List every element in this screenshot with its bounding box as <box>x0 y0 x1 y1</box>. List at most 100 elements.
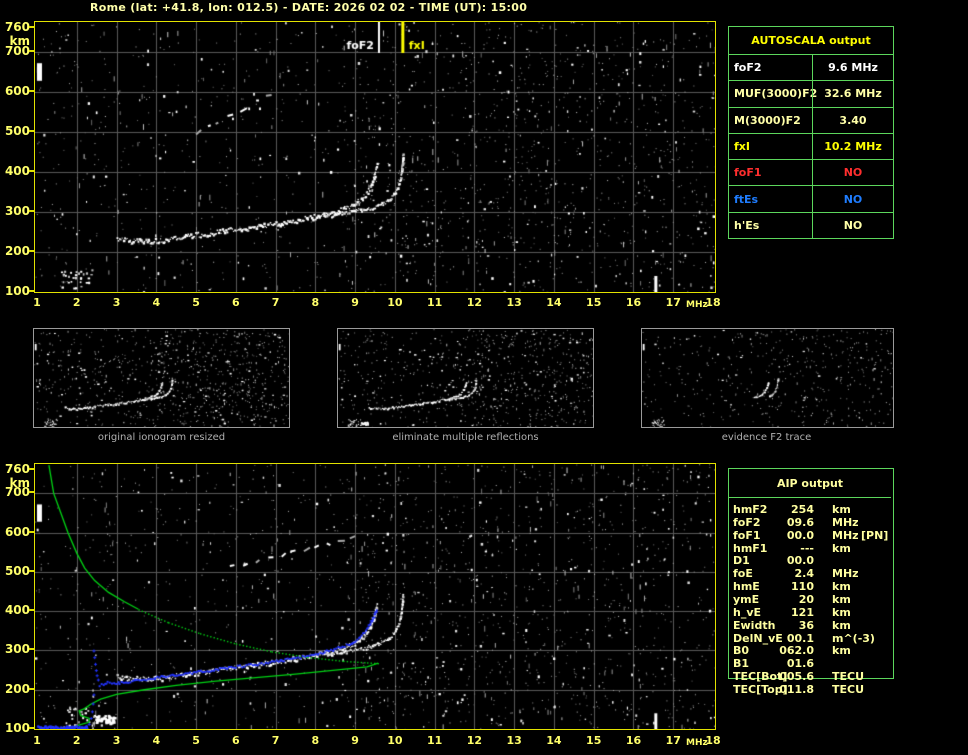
aip-row-value: 005.6 <box>779 670 814 684</box>
aip-row-unit: km <box>832 503 851 516</box>
y-tick-mark <box>29 569 34 572</box>
aip-row: TEC[Bot] 005.6 TECU <box>728 671 898 683</box>
aip-row: DelN_vE 00.1 m^(-3) <box>728 631 898 645</box>
y-tick-mark <box>29 210 34 212</box>
bottom-ionogram-plot <box>34 463 716 730</box>
y-tick-mark <box>29 170 34 172</box>
y-tick-mark <box>29 727 34 729</box>
autoscala-row-value: NO <box>812 212 893 238</box>
y-tick-label: 760 <box>4 20 30 34</box>
aip-row-value: 00.0 <box>786 554 814 568</box>
autoscala-row-label: M(3000)F2 <box>734 113 801 127</box>
aip-row-value: 254 <box>791 503 814 516</box>
x-tick-label: 8 <box>311 734 320 747</box>
aip-row-value: 062.0 <box>779 644 814 658</box>
autoscala-row-value: 9.6 MHz <box>812 55 893 81</box>
aip-row: TEC[Top] 011.8 TECU <box>728 682 898 696</box>
x-tick-label: 3 <box>112 734 121 747</box>
top-x-axis-unit: MHz <box>686 300 708 310</box>
aip-row: B1 01.6 <box>728 658 898 670</box>
aip-row-note: [PN] <box>861 528 889 542</box>
x-tick-label: 13 <box>506 734 522 747</box>
y-tick-label: 600 <box>4 84 30 98</box>
y-tick-label: 200 <box>4 681 30 696</box>
aip-row-label: foF1 <box>733 528 761 542</box>
aip-row-value: 09.6 <box>786 515 814 529</box>
autoscala-app-window: Rome (lat: +41.8, lon: 012.5) - DATE: 20… <box>0 0 968 755</box>
thumbnail-caption-2: eliminate multiple reflections <box>392 432 539 443</box>
aip-row-label: h_vE <box>733 605 762 619</box>
x-tick-label: 9 <box>351 296 359 309</box>
autoscala-row-label: MUF(3000)F2 <box>734 87 818 101</box>
autoscala-row-value: 10.2 MHz <box>812 133 893 160</box>
x-tick-label: 12 <box>466 734 483 747</box>
x-tick-label: 3 <box>112 296 121 309</box>
aip-row: Ewidth 36 km <box>728 618 898 632</box>
y-tick-mark <box>29 26 34 28</box>
y-tick-label: 200 <box>4 244 30 258</box>
thumbnail-eliminate-reflections <box>337 328 594 428</box>
aip-row-label: hmF1 <box>733 541 768 555</box>
autoscala-row: MUF(3000)F2 32.6 MHz <box>729 80 893 107</box>
autoscala-row-label: fxI <box>734 139 750 153</box>
aip-row-label: foF2 <box>733 515 761 529</box>
bottom-x-axis-unit: MHz <box>686 738 708 748</box>
y-tick-label: 600 <box>4 524 30 539</box>
aip-row-label: foE <box>733 567 753 581</box>
autoscala-table-rows: foF2 9.6 MHz MUF(3000)F2 32.6 MHz M(3000)F2 3… <box>729 54 893 238</box>
aip-row-label: D1 <box>733 554 750 568</box>
aip-row-value: 00.0 <box>786 528 814 542</box>
x-tick-label: 11 <box>426 734 443 747</box>
aip-row-value: 2.4 <box>794 567 815 581</box>
y-tick-label: 300 <box>4 642 30 657</box>
aip-row-label: B0 <box>733 644 750 658</box>
x-tick-label: 1 <box>33 296 41 309</box>
autoscala-row-label: foF2 <box>734 61 762 75</box>
top-ionogram-plot <box>34 21 716 293</box>
aip-row-unit: TECU <box>832 682 865 696</box>
x-tick-label: 11 <box>426 296 443 309</box>
autoscala-row-label: foF1 <box>734 166 762 180</box>
x-tick-label: 7 <box>271 296 280 309</box>
aip-row-value: --- <box>800 541 814 555</box>
autoscala-row-value: 3.40 <box>812 107 893 133</box>
autoscala-row: M(3000)F2 3.40 <box>729 106 893 133</box>
aip-row-unit: km <box>832 605 851 619</box>
y-tick-label: 400 <box>4 164 30 178</box>
aip-row-value: 01.6 <box>786 657 814 671</box>
aip-row-unit: km <box>832 592 851 606</box>
aip-row-unit: m^(-3) <box>832 631 875 645</box>
x-tick-label: 2 <box>72 296 81 309</box>
aip-row-value: 20 <box>798 592 814 606</box>
x-tick-label: 6 <box>231 296 240 309</box>
y-tick-mark <box>29 491 34 494</box>
y-tick-label: 300 <box>4 204 30 218</box>
x-tick-label: 4 <box>152 734 161 747</box>
aip-row: hmF2 254 km <box>728 504 898 516</box>
aip-row: B0 062.0 km <box>728 645 898 657</box>
y-tick-mark <box>29 648 34 651</box>
aip-row-value: 110 <box>791 580 814 594</box>
y-tick-mark <box>29 50 34 52</box>
autoscala-row-value: 32.6 MHz <box>812 81 893 107</box>
autoscala-row: foF2 9.6 MHz <box>729 54 893 81</box>
x-tick-label: 2 <box>72 734 81 747</box>
aip-row-unit: MHz <box>832 528 859 542</box>
y-tick-label: 400 <box>4 603 30 618</box>
aip-row-label: hmF2 <box>733 503 768 516</box>
autoscala-row-value: NO <box>812 160 893 186</box>
x-tick-label: 10 <box>387 296 403 309</box>
aip-row-value: 36 <box>798 618 814 632</box>
page-title: Rome (lat: +41.8, lon: 012.5) - DATE: 20… <box>90 1 528 14</box>
thumbnail-original-ionogram <box>33 328 290 428</box>
x-tick-label: 16 <box>625 734 642 747</box>
aip-table-title: AIP output <box>729 469 891 498</box>
y-tick-label: 100 <box>4 721 30 735</box>
x-tick-label: 10 <box>387 734 403 747</box>
x-tick-label: 17 <box>665 734 681 747</box>
aip-row-value: 121 <box>791 605 814 619</box>
y-axis-unit: km <box>9 34 30 48</box>
x-tick-label: 15 <box>586 734 602 747</box>
thumbnail-evidence-f2-trace <box>641 328 894 428</box>
aip-row-unit: km <box>832 580 851 594</box>
